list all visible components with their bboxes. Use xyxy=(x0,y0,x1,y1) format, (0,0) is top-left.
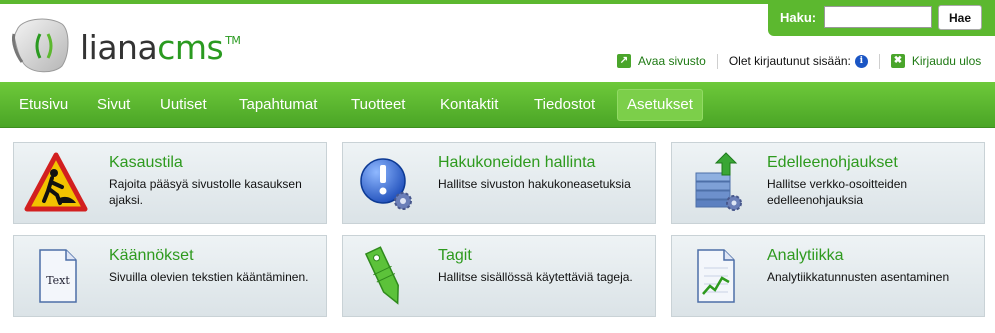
login-status-label: Olet kirjautunut sisään: xyxy=(728,54,851,68)
search-label: Haku: xyxy=(780,10,817,25)
tile-description: Hallitse sisällössä käytettäviä tageja. xyxy=(438,270,633,284)
nav-item-kontaktit[interactable]: Kontaktit xyxy=(431,89,507,121)
logo-name: liana xyxy=(80,28,158,67)
tag-icon xyxy=(364,246,399,305)
icon-text-label: Text xyxy=(46,274,70,287)
redirect-server-icon xyxy=(695,152,742,211)
open-site-link[interactable]: ↗ Avaa sivusto xyxy=(617,54,706,68)
logout-label: Kirjaudu ulos xyxy=(911,54,982,68)
tile-description: Hallitse verkko-osoitteiden edelleenohja… xyxy=(767,177,908,207)
tile-kasaustila[interactable]: Kasaustila Rajoita pääsyä sivustolle kas… xyxy=(13,142,327,224)
text-document-icon: Text xyxy=(39,249,77,303)
nav-item-etusivu[interactable]: Etusivu xyxy=(10,89,77,121)
main-navigation: Etusivu Sivut Uutiset Tapahtumat Tuottee… xyxy=(0,82,995,128)
nav-item-asetukset[interactable]: Asetukset xyxy=(617,89,703,121)
logo-accent: cms xyxy=(157,28,224,67)
login-status: Olet kirjautunut sisään: i xyxy=(729,54,868,68)
settings-grid: Kasaustila Rajoita pääsyä sivustolle kas… xyxy=(0,128,995,333)
search-panel: Haku: Hae xyxy=(768,0,995,36)
tile-kaannokset[interactable]: Text Käännökset Sivuilla olevien tekstie… xyxy=(13,235,327,317)
tile-hakukoneiden-hallinta[interactable]: Hakukoneiden hallinta Hallitse sivuston … xyxy=(342,142,656,224)
liana-cms-logo[interactable]: lianacms TM xyxy=(10,14,250,76)
nav-item-sivut[interactable]: Sivut xyxy=(88,89,139,121)
open-site-label: Avaa sivusto xyxy=(638,54,706,68)
logo-wordmark: lianacms TM xyxy=(80,28,241,67)
tile-edelleenohjaukset[interactable]: Edelleenohjaukset Hallitse verkko-osoitt… xyxy=(671,142,985,224)
tile-title: Hakukoneiden hallinta xyxy=(438,154,596,171)
external-link-icon: ↗ xyxy=(617,54,631,68)
search-engine-settings-icon xyxy=(360,158,412,210)
divider xyxy=(878,53,880,69)
tile-title: Edelleenohjaukset xyxy=(767,154,898,171)
logo-mark-icon xyxy=(12,18,69,73)
nav-item-tuotteet[interactable]: Tuotteet xyxy=(342,89,414,121)
tile-analytiikka[interactable]: Analytiikka Analytiikkatunnusten asentam… xyxy=(671,235,985,317)
tile-tagit[interactable]: Tagit Hallitse sisällössä käytettäviä ta… xyxy=(342,235,656,317)
tile-description: Sivuilla olevien tekstien kääntäminen. xyxy=(109,270,309,284)
nav-item-tapahtumat[interactable]: Tapahtumat xyxy=(230,89,326,121)
tile-title: Kasaustila xyxy=(109,154,183,171)
user-bar: ↗ Avaa sivusto Olet kirjautunut sisään: … xyxy=(617,51,981,71)
tile-description: Hallitse sivuston hakukoneasetuksia xyxy=(438,177,631,191)
tile-description: Rajoita pääsyä sivustolle kasauksen ajak… xyxy=(109,177,302,207)
info-icon[interactable]: i xyxy=(854,54,868,68)
tile-description: Analytiikkatunnusten asentaminen xyxy=(767,270,950,284)
tile-title: Käännökset xyxy=(109,247,194,264)
construction-sign-icon xyxy=(24,152,88,212)
search-button[interactable]: Hae xyxy=(938,5,982,30)
analytics-chart-icon xyxy=(697,249,735,303)
logout-icon: ✖ xyxy=(890,54,905,68)
logo-trademark: TM xyxy=(225,34,241,47)
nav-item-tiedostot[interactable]: Tiedostot xyxy=(525,89,604,121)
search-input[interactable] xyxy=(824,6,932,28)
logout-link[interactable]: ✖ Kirjaudu ulos xyxy=(890,54,982,68)
divider xyxy=(716,53,718,69)
tile-title: Analytiikka xyxy=(767,247,844,264)
nav-item-uutiset[interactable]: Uutiset xyxy=(151,89,216,121)
tile-title: Tagit xyxy=(438,247,472,264)
